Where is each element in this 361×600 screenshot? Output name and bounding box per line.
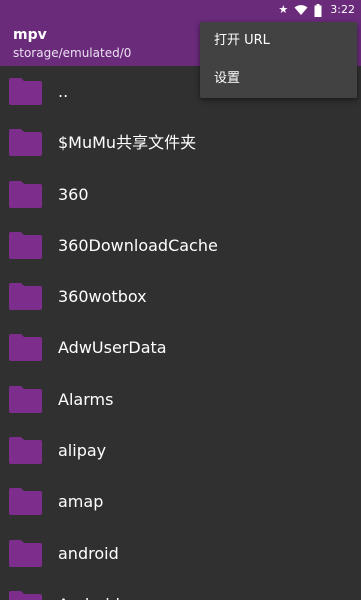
folder-name: Alarms	[58, 389, 114, 409]
folder-name: 360wotbox	[58, 287, 147, 307]
wifi-icon	[294, 4, 308, 16]
file-row[interactable]: 360	[0, 169, 361, 220]
file-row[interactable]: $MuMu共享文件夹	[0, 117, 361, 168]
file-row[interactable]: amap	[0, 476, 361, 527]
file-row[interactable]: android	[0, 528, 361, 579]
menu-item-open-url[interactable]: 打开 URL	[200, 22, 357, 60]
folder-icon	[9, 78, 42, 105]
folder-icon	[9, 385, 42, 413]
current-path: storage/emulated/0	[13, 46, 132, 60]
star-icon: ★	[278, 3, 289, 16]
app-title: mpv	[13, 27, 47, 43]
folder-icon	[9, 180, 42, 208]
folder-name: $MuMu共享文件夹	[58, 133, 197, 153]
folder-name: Android	[58, 579, 120, 600]
folder-icon	[9, 539, 42, 567]
menu-item-settings[interactable]: 设置	[200, 60, 357, 98]
file-row[interactable]: 360DownloadCache	[0, 220, 361, 271]
file-list: .. $MuMu共享文件夹 360 360DownloadCache 360wotbox…	[0, 66, 361, 600]
overflow-menu: 打开 URL 设置	[200, 22, 357, 98]
file-row[interactable]: 360wotbox	[0, 271, 361, 322]
folder-name: 360	[58, 184, 89, 204]
folder-name: ..	[58, 82, 69, 101]
folder-icon	[9, 437, 42, 465]
folder-name: AdwUserData	[58, 338, 167, 358]
status-icons: ★ 3:22	[278, 2, 355, 18]
folder-icon	[9, 590, 42, 600]
battery-icon	[314, 3, 322, 17]
folder-icon	[9, 283, 42, 311]
folder-icon	[9, 488, 42, 516]
status-bar: ★ 3:22	[0, 0, 361, 20]
folder-name: amap	[58, 492, 104, 512]
file-row[interactable]: Android	[0, 579, 361, 600]
folder-icon	[9, 129, 42, 157]
folder-icon	[9, 231, 42, 259]
file-row[interactable]: AdwUserData	[0, 322, 361, 373]
folder-name: 360DownloadCache	[58, 235, 218, 255]
file-row[interactable]: alipay	[0, 425, 361, 476]
folder-name: alipay	[58, 441, 107, 461]
folder-icon	[9, 334, 42, 362]
file-row[interactable]: Alarms	[0, 374, 361, 425]
status-time: 3:22	[330, 3, 355, 16]
folder-name: android	[58, 543, 119, 563]
